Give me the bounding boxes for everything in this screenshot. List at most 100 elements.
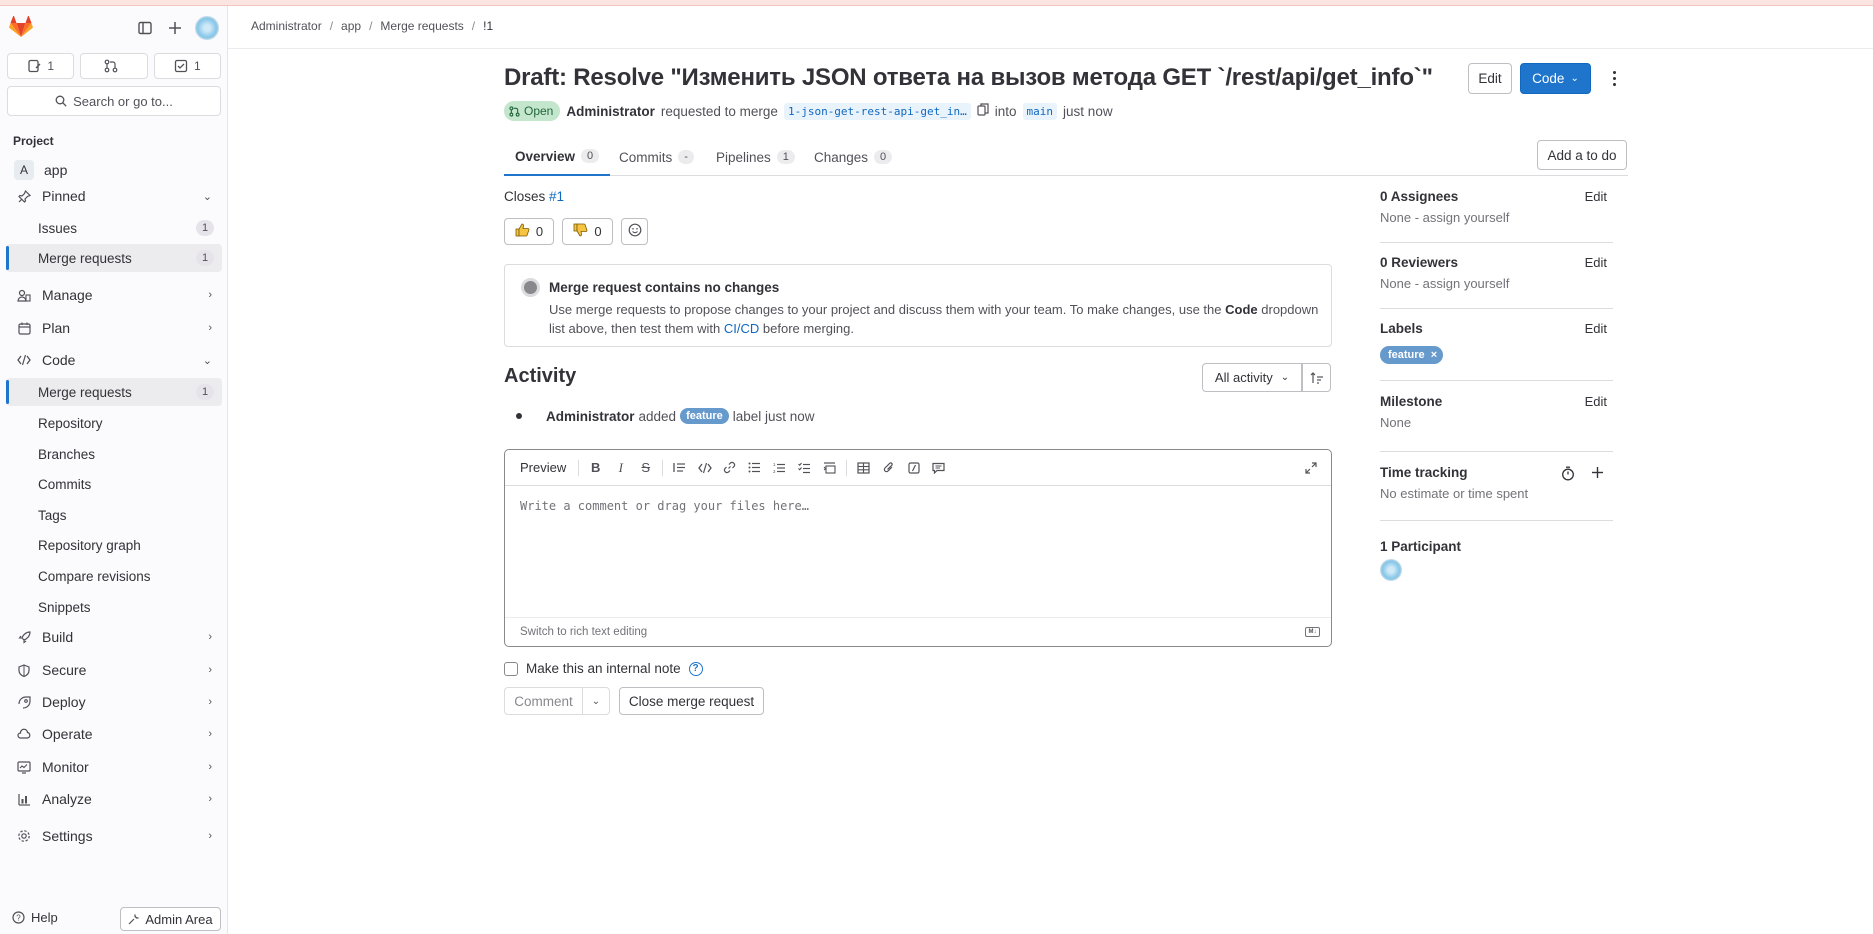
breadcrumb-item[interactable]: Merge requests xyxy=(380,19,463,33)
reviewers-value[interactable]: None - assign yourself xyxy=(1380,276,1509,291)
fullscreen-icon[interactable] xyxy=(1298,458,1323,478)
italic-icon[interactable]: I xyxy=(608,458,633,478)
sidebar-item-merge-requests-pinned[interactable]: Merge requests 1 xyxy=(6,244,222,272)
sidebar-item-manage[interactable]: Manage › xyxy=(6,281,222,309)
switch-rich-text-link[interactable]: Switch to rich text editing xyxy=(520,626,647,638)
sort-order-button[interactable] xyxy=(1302,363,1331,392)
quote-icon[interactable] xyxy=(667,458,692,478)
comment-button[interactable]: Comment xyxy=(504,687,583,715)
edit-button[interactable]: Edit xyxy=(1468,63,1512,94)
tab-commits[interactable]: Commits - xyxy=(619,138,694,176)
editor-toolbar: Preview B I S 12 xyxy=(505,450,1331,486)
help-button[interactable]: ? Help xyxy=(12,910,58,925)
issues-count-button[interactable]: 1 xyxy=(7,53,75,79)
code-icon[interactable] xyxy=(692,458,717,478)
sidebar-item-merge-requests[interactable]: Merge requests 1 xyxy=(6,378,222,406)
quick-action-icon[interactable] xyxy=(901,458,926,478)
add-todo-button[interactable]: Add a to do xyxy=(1537,140,1627,170)
cicd-link[interactable]: CI/CD xyxy=(724,321,759,336)
comment-textarea[interactable]: Write a comment or drag your files here… xyxy=(520,499,809,513)
source-branch[interactable]: 1-json-get-rest-api-get_in… xyxy=(783,102,971,120)
more-actions-icon[interactable] xyxy=(1604,66,1624,90)
sidebar-item-commits[interactable]: Commits xyxy=(6,470,222,498)
close-merge-request-button[interactable]: Close merge request xyxy=(619,687,764,715)
sidebar-item-settings[interactable]: Settings › xyxy=(6,822,222,850)
reviewers-edit-button[interactable]: Edit xyxy=(1585,255,1607,270)
gitlab-logo-icon[interactable] xyxy=(9,16,33,38)
question-icon[interactable]: ? xyxy=(688,661,703,676)
sidebar-item-plan[interactable]: Plan › xyxy=(6,314,222,342)
search-button[interactable]: Search or go to... xyxy=(7,86,221,116)
thumbs-up-button[interactable]: 0 xyxy=(504,218,554,245)
admin-area-button[interactable]: Admin Area xyxy=(120,907,221,931)
internal-note-checkbox[interactable] xyxy=(504,661,518,676)
task-list-icon[interactable] xyxy=(792,458,817,478)
tab-count: - xyxy=(678,150,694,164)
user-avatar[interactable] xyxy=(195,16,219,40)
comment-icon[interactable] xyxy=(926,458,951,478)
strikethrough-icon[interactable]: S xyxy=(633,458,658,478)
bullet-list-icon[interactable] xyxy=(742,458,767,478)
todos-count-button[interactable]: 1 xyxy=(153,53,221,79)
closes-issue: Closes #1 xyxy=(504,189,565,204)
tab-pipelines[interactable]: Pipelines 1 xyxy=(716,138,795,176)
sidebar-item-operate[interactable]: Operate › xyxy=(6,720,222,748)
svg-text:?: ? xyxy=(16,914,21,923)
assignees-value[interactable]: None - assign yourself xyxy=(1380,210,1509,225)
sidebar-item-monitor[interactable]: Monitor › xyxy=(6,753,222,781)
merge-requests-count-button[interactable] xyxy=(80,53,148,79)
sidebar-item-build[interactable]: Build › xyxy=(6,623,222,651)
sidebar-item-tags[interactable]: Tags xyxy=(6,501,222,529)
note-author[interactable]: Administrator xyxy=(546,409,635,424)
sidebar-item-branches[interactable]: Branches xyxy=(6,440,222,468)
assignees-edit-button[interactable]: Edit xyxy=(1585,189,1607,204)
link-icon[interactable] xyxy=(717,458,742,478)
comment-type-dropdown[interactable]: ⌄ xyxy=(582,687,610,715)
bold-icon[interactable]: B xyxy=(583,458,608,478)
sidebar-item-issues[interactable]: Issues 1 xyxy=(6,214,222,242)
label-badge[interactable]: feature × xyxy=(1380,346,1444,364)
tab-overview[interactable]: Overview 0 xyxy=(504,138,611,176)
breadcrumb-item[interactable]: Administrator xyxy=(251,19,322,33)
add-reaction-button[interactable] xyxy=(621,218,648,245)
preview-tab[interactable]: Preview xyxy=(520,460,566,475)
sidebar-item-repository[interactable]: Repository xyxy=(6,409,222,437)
sidebar-item-repository-graph[interactable]: Repository graph xyxy=(6,531,222,559)
breadcrumb-item-current[interactable]: !1 xyxy=(483,19,493,33)
activity-filter-dropdown[interactable]: All activity ⌄ xyxy=(1202,363,1302,392)
tab-changes[interactable]: Changes 0 xyxy=(814,138,893,176)
chevron-right-icon: › xyxy=(208,728,212,740)
sidebar-item-project[interactable]: A app xyxy=(6,156,222,184)
sidebar-item-deploy[interactable]: Deploy › xyxy=(6,688,222,716)
create-new-icon[interactable] xyxy=(164,17,186,39)
sidebar-item-code[interactable]: Code ⌄ xyxy=(6,346,222,374)
toggle-sidebar-icon[interactable] xyxy=(134,17,156,39)
reviewers-title: 0 Reviewers xyxy=(1380,255,1459,270)
sidebar-item-analyze[interactable]: Analyze › xyxy=(6,785,222,813)
numbered-list-icon[interactable]: 12 xyxy=(767,458,792,478)
sidebar-item-label: Code xyxy=(42,352,76,368)
breadcrumb-item[interactable]: app xyxy=(341,19,361,33)
thumbs-down-button[interactable]: 0 xyxy=(562,218,613,245)
add-time-icon[interactable] xyxy=(1591,466,1604,482)
table-icon[interactable] xyxy=(851,458,876,478)
remove-label-icon[interactable]: × xyxy=(1431,349,1437,361)
target-branch[interactable]: main xyxy=(1022,102,1058,120)
stopwatch-icon[interactable] xyxy=(1561,466,1575,484)
copy-icon[interactable] xyxy=(977,103,989,119)
sidebar-item-compare-revisions[interactable]: Compare revisions xyxy=(6,562,222,590)
sidebar-item-pinned[interactable]: Pinned ⌄ xyxy=(6,182,222,210)
milestone-edit-button[interactable]: Edit xyxy=(1585,394,1607,409)
participant-avatar[interactable] xyxy=(1380,559,1402,581)
issue-link[interactable]: #1 xyxy=(549,189,564,204)
author-link[interactable]: Administrator xyxy=(566,104,655,119)
sidebar-item-secure[interactable]: Secure › xyxy=(6,656,222,684)
label-badge[interactable]: feature xyxy=(680,408,729,424)
labels-edit-button[interactable]: Edit xyxy=(1585,321,1607,336)
attachment-icon[interactable] xyxy=(876,458,901,478)
participants-block: 1 Participant xyxy=(1380,538,1461,554)
sidebar-item-snippets[interactable]: Snippets xyxy=(6,593,222,621)
collapsible-icon[interactable] xyxy=(817,458,842,478)
status-badge: Open xyxy=(504,101,561,121)
code-dropdown-button[interactable]: Code ⌄ xyxy=(1520,63,1591,94)
